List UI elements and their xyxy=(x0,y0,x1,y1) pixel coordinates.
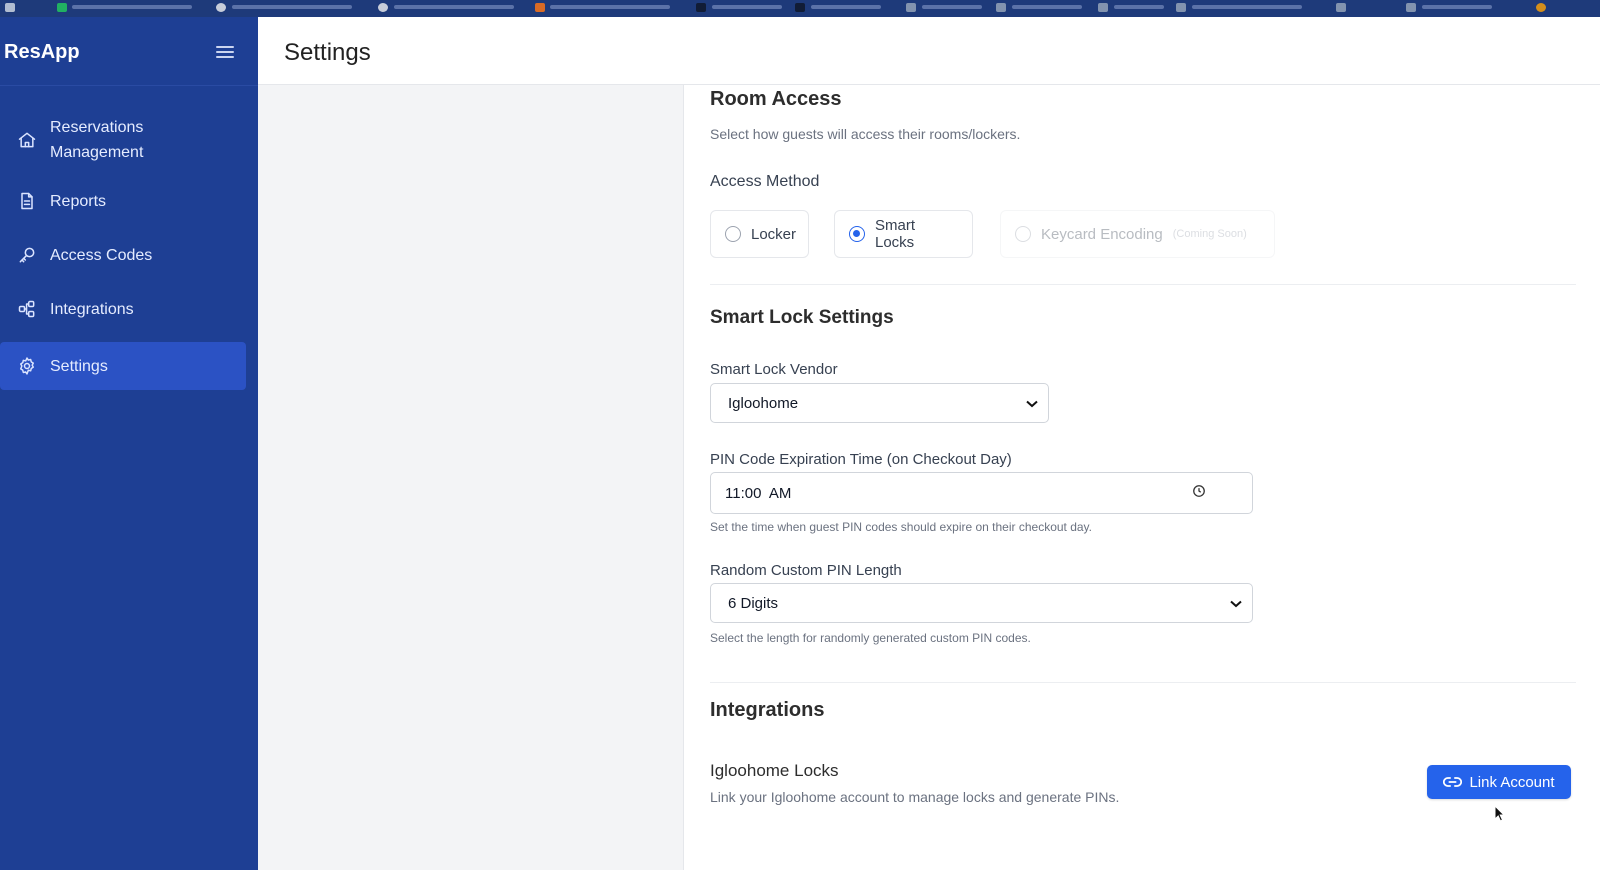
sidebar-item-label: Settings xyxy=(50,357,108,375)
sidebar-item-integrations[interactable]: Integrations xyxy=(0,289,246,329)
clock-icon[interactable] xyxy=(1192,484,1206,502)
sidebar-item-label: Reservations Management xyxy=(50,119,144,161)
pin-length-select[interactable]: 6 Digits xyxy=(710,583,1253,623)
coming-soon-note: (Coming Soon) xyxy=(1172,228,1247,240)
expiry-time-value: 11:00 AM xyxy=(725,484,792,502)
bookmark-icon[interactable] xyxy=(1098,3,1108,12)
mouse-cursor-icon xyxy=(1494,804,1506,828)
sidebar-item-settings[interactable]: Settings xyxy=(0,342,246,390)
sidebar: ResApp Reservations Management Reports A… xyxy=(0,17,258,870)
vendor-label: Smart Lock Vendor xyxy=(710,361,838,378)
section-divider xyxy=(710,682,1576,683)
sidebar-item-label: Access Codes xyxy=(50,246,153,264)
integrations-title: Integrations xyxy=(710,699,825,721)
radio-label: Keycard Encoding xyxy=(1041,225,1163,243)
bookmark-icon[interactable] xyxy=(378,3,388,12)
chevron-down-icon xyxy=(1230,595,1242,612)
bookmark-item[interactable] xyxy=(1192,5,1302,9)
settings-card: Room Access Select how guests will acces… xyxy=(683,85,1600,870)
radio-button[interactable] xyxy=(725,226,741,242)
gear-icon xyxy=(16,355,38,377)
bookmark-icon[interactable] xyxy=(1536,3,1546,12)
bookmark-icon[interactable] xyxy=(57,3,67,12)
radio-label: Smart Locks xyxy=(875,217,916,251)
bookmark-item[interactable] xyxy=(550,5,670,9)
bookmark-item[interactable] xyxy=(811,5,881,9)
bookmark-item[interactable] xyxy=(1012,5,1082,9)
bookmark-item[interactable] xyxy=(394,5,514,9)
left-panel xyxy=(258,85,683,870)
bookmark-item[interactable] xyxy=(922,5,982,9)
sidebar-item-label: Integrations xyxy=(50,300,134,318)
bookmark-icon[interactable] xyxy=(795,3,805,12)
vendor-select-value: Igloohome xyxy=(728,394,799,412)
vendor-select[interactable]: Igloohome xyxy=(710,383,1049,423)
bookmark-icon[interactable] xyxy=(906,3,916,12)
sidebar-item-reservations[interactable]: Reservations Management xyxy=(0,114,246,166)
sidebar-item-access-codes[interactable]: Access Codes xyxy=(0,235,246,275)
bookmark-icon[interactable] xyxy=(996,3,1006,12)
smart-lock-settings-title: Smart Lock Settings xyxy=(710,307,894,328)
apps-icon[interactable] xyxy=(5,3,15,12)
bookmark-icon[interactable] xyxy=(1406,3,1416,12)
sidebar-divider xyxy=(0,85,258,86)
sidebar-item-label: Reports xyxy=(50,192,107,210)
access-method-label: Access Method xyxy=(710,173,820,190)
hamburger-menu-icon[interactable] xyxy=(216,43,236,61)
page-title: Settings xyxy=(284,39,371,66)
pin-length-label: Random Custom PIN Length xyxy=(710,562,902,579)
integrations-icon xyxy=(16,298,38,320)
bookmark-item[interactable] xyxy=(712,5,782,9)
pin-length-select-value: 6 Digits xyxy=(728,594,779,612)
bookmark-icon[interactable] xyxy=(1176,3,1186,12)
document-icon xyxy=(16,190,38,212)
bookmark-icon[interactable] xyxy=(1336,3,1346,12)
link-icon xyxy=(1443,777,1463,787)
link-account-label: Link Account xyxy=(1469,773,1555,791)
radio-smart-locks[interactable]: Smart Locks xyxy=(834,210,973,258)
igloohome-locks-title: Igloohome Locks xyxy=(710,761,839,780)
radio-label: Locker xyxy=(751,225,797,243)
section-divider xyxy=(710,284,1576,285)
link-account-button[interactable]: Link Account xyxy=(1427,765,1571,799)
page-header: Settings xyxy=(258,17,1600,85)
radio-button[interactable] xyxy=(849,226,865,242)
home-icon xyxy=(16,129,38,151)
bookmark-icon[interactable] xyxy=(535,3,545,12)
bookmark-icon[interactable] xyxy=(696,3,706,12)
expiry-time-input[interactable]: 11:00 AM xyxy=(710,472,1253,514)
chevron-down-icon xyxy=(1026,395,1038,412)
sidebar-item-reports[interactable]: Reports xyxy=(0,181,246,221)
key-icon xyxy=(16,244,38,266)
browser-bookmarks-bar xyxy=(0,0,1600,17)
expiry-time-help: Set the time when guest PIN codes should… xyxy=(710,520,1092,534)
radio-button xyxy=(1015,226,1031,242)
bookmark-item[interactable] xyxy=(1422,5,1492,9)
app-brand[interactable]: ResApp xyxy=(4,41,80,64)
bookmark-item[interactable] xyxy=(232,5,352,9)
room-access-description: Select how guests will access their room… xyxy=(710,126,1021,142)
radio-locker[interactable]: Locker xyxy=(710,210,809,258)
bookmark-icon[interactable] xyxy=(216,3,226,12)
room-access-title: Room Access xyxy=(710,88,842,110)
pin-length-help: Select the length for randomly generated… xyxy=(710,631,1031,645)
bookmark-item[interactable] xyxy=(72,5,192,9)
bookmark-item[interactable] xyxy=(1114,5,1164,9)
igloohome-locks-description: Link your Igloohome account to manage lo… xyxy=(710,789,1120,805)
expiry-time-label: PIN Code Expiration Time (on Checkout Da… xyxy=(710,451,1012,468)
radio-keycard-encoding: Keycard Encoding (Coming Soon) xyxy=(1000,210,1275,258)
